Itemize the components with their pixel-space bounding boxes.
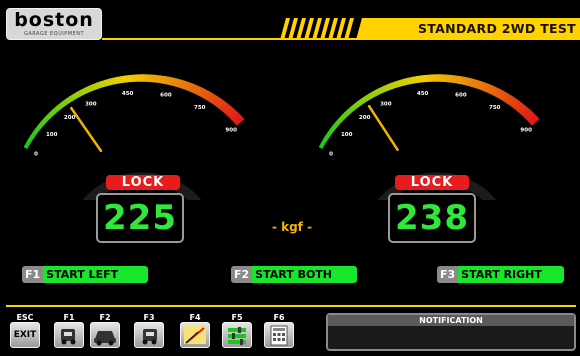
start-both-button[interactable]: F2 START BOTH xyxy=(231,266,357,283)
exit-label: EXIT xyxy=(13,330,37,340)
toolbar-rule xyxy=(6,305,576,307)
f3-toolbar-key: F3 xyxy=(143,313,155,322)
right-readout: 238 xyxy=(388,193,476,243)
right-gauge-needle xyxy=(367,104,399,152)
car-right-icon xyxy=(142,329,157,345)
sliders-icon xyxy=(228,327,246,345)
f1-toolbar-key: F1 xyxy=(63,313,75,322)
f4-toolbar-key: F4 xyxy=(189,313,201,322)
f2-key: F2 xyxy=(231,266,253,283)
notification-panel: NOTIFICATION xyxy=(326,313,576,351)
f1-key: F1 xyxy=(22,266,44,283)
calculator-icon xyxy=(270,325,288,346)
percent-chart-button[interactable] xyxy=(180,322,210,348)
right-gauge: 0 100 200 300 450 600 750 900 xyxy=(318,74,540,200)
right-gauge-tick-label: 300 xyxy=(380,102,392,108)
right-force-value: 238 xyxy=(395,198,469,238)
f5-toolbar-key: F5 xyxy=(231,313,243,322)
start-right-label: START RIGHT xyxy=(458,266,564,283)
unit-label: - kgf - xyxy=(271,220,313,234)
right-gauge-tick-label: 750 xyxy=(489,105,501,111)
right-gauge-tick-label: 100 xyxy=(341,132,353,138)
right-gauge-tick-label: 600 xyxy=(455,92,467,98)
start-left-label: START LEFT xyxy=(43,266,148,283)
f3-key: F3 xyxy=(437,266,459,283)
sliders-button[interactable] xyxy=(222,322,252,348)
left-force-value: 225 xyxy=(103,198,177,238)
right-gauge-tick-label: 450 xyxy=(417,91,429,97)
car-left-icon xyxy=(61,329,76,345)
start-right-button[interactable]: F3 START RIGHT xyxy=(437,266,564,283)
right-gauge-tick-label: 200 xyxy=(359,115,371,121)
left-lock-badge: LOCK xyxy=(106,175,180,190)
percent-chart-icon xyxy=(184,326,206,344)
exit-button[interactable]: EXIT xyxy=(10,322,40,348)
right-gauge-tick-label: 900 xyxy=(520,128,532,134)
esc-key-label: ESC xyxy=(16,313,34,322)
right-lock-badge: LOCK xyxy=(395,175,469,190)
f2-toolbar-key: F2 xyxy=(99,313,111,322)
car-right-button[interactable] xyxy=(134,322,164,348)
car-left-button[interactable] xyxy=(54,322,84,348)
f6-toolbar-key: F6 xyxy=(273,313,285,322)
notification-title: NOTIFICATION xyxy=(328,315,574,326)
left-readout: 225 xyxy=(96,193,184,243)
start-left-button[interactable]: F1 START LEFT xyxy=(22,266,148,283)
calculator-button[interactable] xyxy=(264,322,294,348)
car-front-icon xyxy=(94,331,116,346)
start-both-label: START BOTH xyxy=(252,266,357,283)
car-front-button[interactable] xyxy=(90,322,120,348)
right-gauge-tick-label: 0 xyxy=(329,152,333,158)
